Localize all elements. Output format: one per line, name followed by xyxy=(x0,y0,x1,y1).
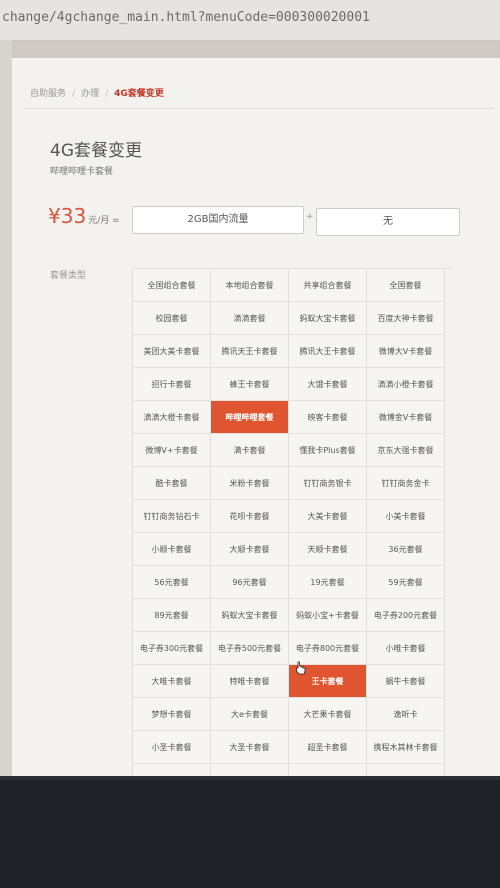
breadcrumb-item-current: 4G套餐变更 xyxy=(114,89,164,99)
plan-option[interactable]: 大饿卡套餐 xyxy=(289,368,367,401)
breadcrumb-separator: / xyxy=(105,89,109,99)
plan-option[interactable]: 百度大神卡套餐 xyxy=(367,302,445,335)
plan-option[interactable]: 微博V+卡套餐 xyxy=(133,434,211,467)
breadcrumb: 自助服务 / 办理 / 4G套餐变更 xyxy=(30,86,164,99)
plan-option[interactable]: 大圣卡套餐 xyxy=(211,731,289,764)
plus-sign: + xyxy=(306,212,314,222)
plan-option[interactable]: 大e卡套餐 xyxy=(211,698,289,731)
plan-option[interactable]: 蚂蚁小宝+卡套餐 xyxy=(289,599,367,632)
price-amount: ¥33 xyxy=(48,204,87,228)
addon-select[interactable]: 无 xyxy=(316,208,460,236)
plan-option[interactable]: 钉钉商务银卡 xyxy=(289,467,367,500)
plan-option[interactable]: 56元套餐 xyxy=(133,566,211,599)
plan-option[interactable]: 携程木其林卡套餐 xyxy=(367,731,445,764)
plan-option[interactable]: 天顺卡套餐 xyxy=(289,533,367,566)
breadcrumb-separator: / xyxy=(72,89,76,99)
plan-option[interactable]: 蜗牛卡套餐 xyxy=(367,665,445,698)
plan-option[interactable]: 36元套餐 xyxy=(367,533,445,566)
plan-option[interactable]: 滴滴小橙卡套餐 xyxy=(367,368,445,401)
address-bar[interactable]: change/4gchange_main.html?menuCode=00030… xyxy=(0,0,500,41)
plan-option[interactable]: 滴滴大橙卡套餐 xyxy=(133,401,211,434)
plan-option[interactable]: 腾讯天王卡套餐 xyxy=(211,335,289,368)
plan-type-label: 套餐类型 xyxy=(50,271,87,281)
plan-option[interactable]: 满卡套餐 xyxy=(211,434,289,467)
page-title: 4G套餐变更 xyxy=(50,141,142,161)
price-unit: 元/月 = xyxy=(88,216,120,226)
plan-option[interactable]: 滴滴套餐 xyxy=(211,302,289,335)
plan-option[interactable]: 特唯卡套餐 xyxy=(211,665,289,698)
plan-option[interactable]: 逸听卡 xyxy=(367,698,445,731)
plan-option[interactable]: 蚂蚁大宝卡套餐 xyxy=(211,599,289,632)
plan-option[interactable]: 微博金V卡套餐 xyxy=(367,401,445,434)
breadcrumb-item-handle[interactable]: 办理 xyxy=(81,89,99,99)
plan-option[interactable]: 映客卡套餐 xyxy=(289,401,367,434)
monitor-bezel xyxy=(0,780,500,888)
hand-pointer-icon xyxy=(296,661,306,675)
plan-option[interactable]: 京东大强卡套餐 xyxy=(367,434,445,467)
data-package-select[interactable]: 2GB国内流量 xyxy=(132,206,304,234)
plan-option[interactable]: 钉钉商务金卡 xyxy=(367,467,445,500)
plan-option[interactable]: 全国套餐 xyxy=(367,269,445,302)
plan-option[interactable]: 大芒果卡套餐 xyxy=(289,698,367,731)
plan-option[interactable]: 19元套餐 xyxy=(289,566,367,599)
plan-option[interactable]: 大唯卡套餐 xyxy=(133,665,211,698)
plan-option[interactable]: 小圣卡套餐 xyxy=(133,731,211,764)
plan-option[interactable]: 大顺卡套餐 xyxy=(211,533,289,566)
plan-option[interactable]: 96元套餐 xyxy=(211,566,289,599)
plan-option[interactable]: 微博大V卡套餐 xyxy=(367,335,445,368)
plan-option[interactable]: 懂我卡Plus套餐 xyxy=(289,434,367,467)
current-plan-subtitle: 哔哩哔哩卡套餐 xyxy=(50,167,114,177)
breadcrumb-divider xyxy=(24,108,494,109)
plan-option[interactable]: 小唯卡套餐 xyxy=(367,632,445,665)
browser-gutter xyxy=(0,40,12,780)
plan-option[interactable]: 小美卡套餐 xyxy=(367,500,445,533)
plan-option[interactable]: 钉钉商务钻石卡 xyxy=(133,500,211,533)
plan-option[interactable]: 89元套餐 xyxy=(133,599,211,632)
plan-type-grid: 全国组合套餐 本地组合套餐 共享组合套餐 全国套餐 校园套餐 滴滴套餐 蚂蚁大宝卡套餐 百度大… xyxy=(132,268,453,780)
plan-option[interactable]: 共享组合套餐 xyxy=(289,269,367,302)
price-display: ¥33 元/月 = xyxy=(48,204,120,228)
plan-option[interactable]: 招行卡套餐 xyxy=(133,368,211,401)
plan-option[interactable]: 59元套餐 xyxy=(367,566,445,599)
plan-option[interactable]: 电子券500元套餐 xyxy=(211,632,289,665)
page-content: 自助服务 / 办理 / 4G套餐变更 4G套餐变更 哔哩哔哩卡套餐 ¥33 元/月 = 2… xyxy=(12,58,500,780)
plan-option[interactable]: 电子券300元套餐 xyxy=(133,632,211,665)
breadcrumb-item-self-service[interactable]: 自助服务 xyxy=(30,89,66,99)
plan-option[interactable]: 全国组合套餐 xyxy=(133,269,211,302)
plan-option[interactable]: 米粉卡套餐 xyxy=(211,467,289,500)
plan-option[interactable]: 校园套餐 xyxy=(133,302,211,335)
plan-option[interactable]: 腾讯大王卡套餐 xyxy=(289,335,367,368)
plan-option[interactable]: 美团大美卡套餐 xyxy=(133,335,211,368)
plan-option[interactable]: 大美卡套餐 xyxy=(289,500,367,533)
plan-option[interactable]: 酷卡套餐 xyxy=(133,467,211,500)
plan-option[interactable]: 梦想卡套餐 xyxy=(133,698,211,731)
plan-option[interactable]: 哔哩哔哩套餐 xyxy=(211,401,289,434)
address-url[interactable]: change/4gchange_main.html?menuCode=00030… xyxy=(2,10,370,25)
plan-option[interactable]: 电子券200元套餐 xyxy=(367,599,445,632)
plan-option[interactable]: 超圣卡套餐 xyxy=(289,731,367,764)
plan-option[interactable]: 小顺卡套餐 xyxy=(133,533,211,566)
plan-option[interactable]: 蜂王卡套餐 xyxy=(211,368,289,401)
plan-option[interactable]: 本地组合套餐 xyxy=(211,269,289,302)
plan-option[interactable]: 花呗卡套餐 xyxy=(211,500,289,533)
plan-option[interactable]: 蚂蚁大宝卡套餐 xyxy=(289,302,367,335)
